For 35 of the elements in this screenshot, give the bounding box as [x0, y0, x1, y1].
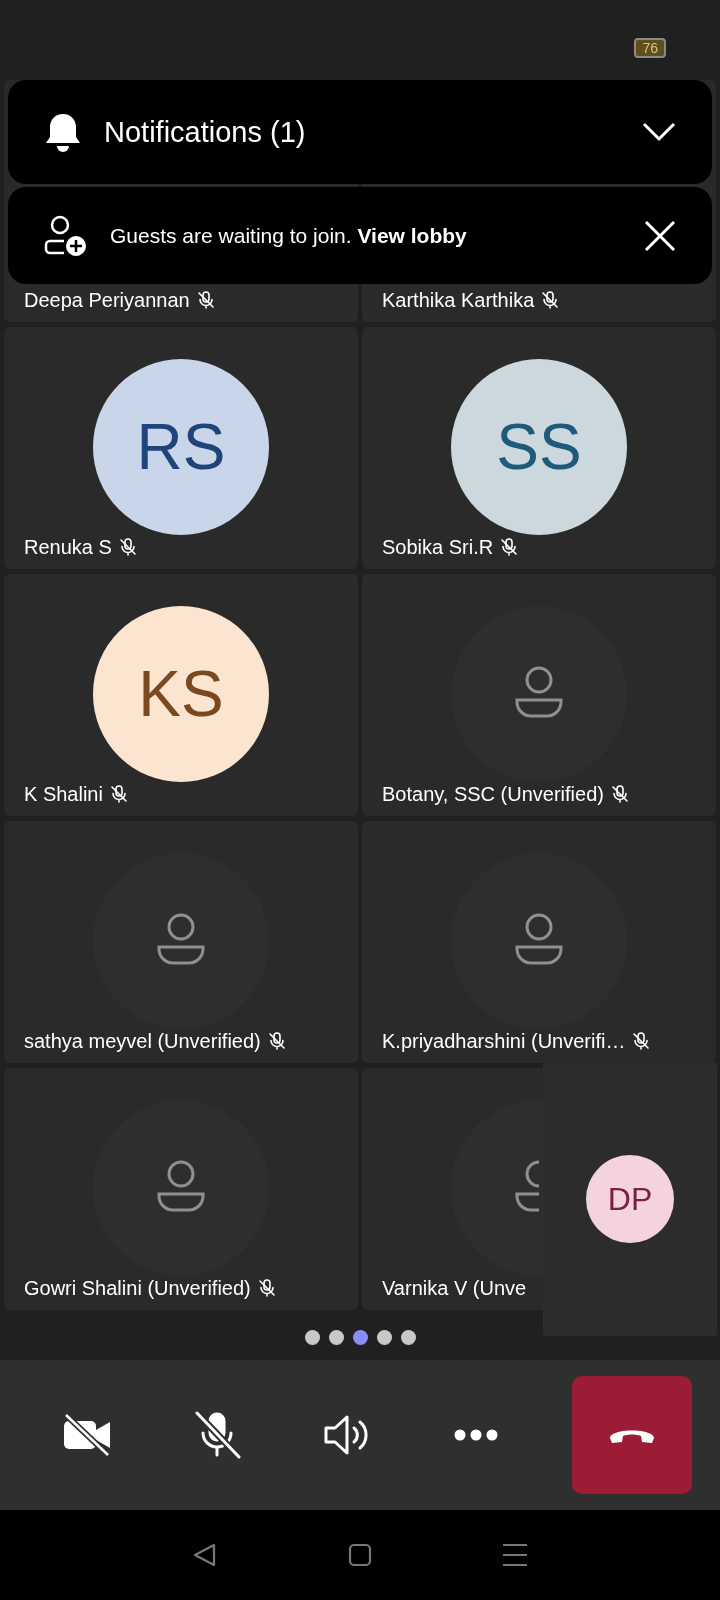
- avatar: SS: [451, 359, 627, 535]
- participant-name: K.priyadharshini (Unverifi…: [382, 1029, 626, 1053]
- close-icon[interactable]: [644, 219, 676, 252]
- page-dot[interactable]: [376, 1329, 392, 1345]
- add-person-icon: [44, 214, 88, 257]
- page-dot[interactable]: [352, 1329, 368, 1345]
- mic-off-icon[interactable]: [192, 1411, 241, 1459]
- participant-name: Sobika Sri.R: [382, 535, 494, 559]
- page-dot[interactable]: [328, 1329, 344, 1345]
- chevron-down-icon[interactable]: [642, 122, 676, 142]
- back-icon[interactable]: [192, 1542, 218, 1568]
- banner-message: Guests are waiting to join. View lobby: [110, 223, 468, 248]
- bell-icon: [44, 112, 82, 152]
- participant-name: Gowri Shalini (Unverified): [24, 1276, 251, 1300]
- menu-icon[interactable]: [502, 1543, 528, 1567]
- participant-name: Varnika V (Unve: [382, 1276, 527, 1300]
- notifications-header[interactable]: Notifications (1): [8, 80, 712, 184]
- battery-indicator: 76: [634, 38, 666, 58]
- hang-up-button[interactable]: [572, 1376, 692, 1494]
- page-dot[interactable]: [400, 1329, 416, 1345]
- participant-name: Deepa Periyannan: [24, 288, 190, 312]
- participant-name: Renuka S: [24, 535, 112, 559]
- participant-name: Karthika Karthika: [382, 288, 535, 312]
- page-dot[interactable]: [304, 1329, 320, 1345]
- participant-name: K Shalini: [24, 782, 103, 806]
- participant-name: sathya meyvel (Unverified): [24, 1029, 261, 1053]
- avatar: DP: [586, 1155, 674, 1243]
- participant-name: Botany, SSC (Unverified): [382, 782, 604, 806]
- home-icon[interactable]: [348, 1543, 372, 1567]
- self-view[interactable]: DP: [543, 1062, 717, 1336]
- view-lobby-link[interactable]: View lobby: [357, 223, 467, 247]
- avatar: KS: [93, 606, 269, 782]
- more-icon[interactable]: [453, 1429, 498, 1441]
- avatar: RS: [93, 359, 269, 535]
- notifications-title: Notifications (1): [104, 115, 307, 149]
